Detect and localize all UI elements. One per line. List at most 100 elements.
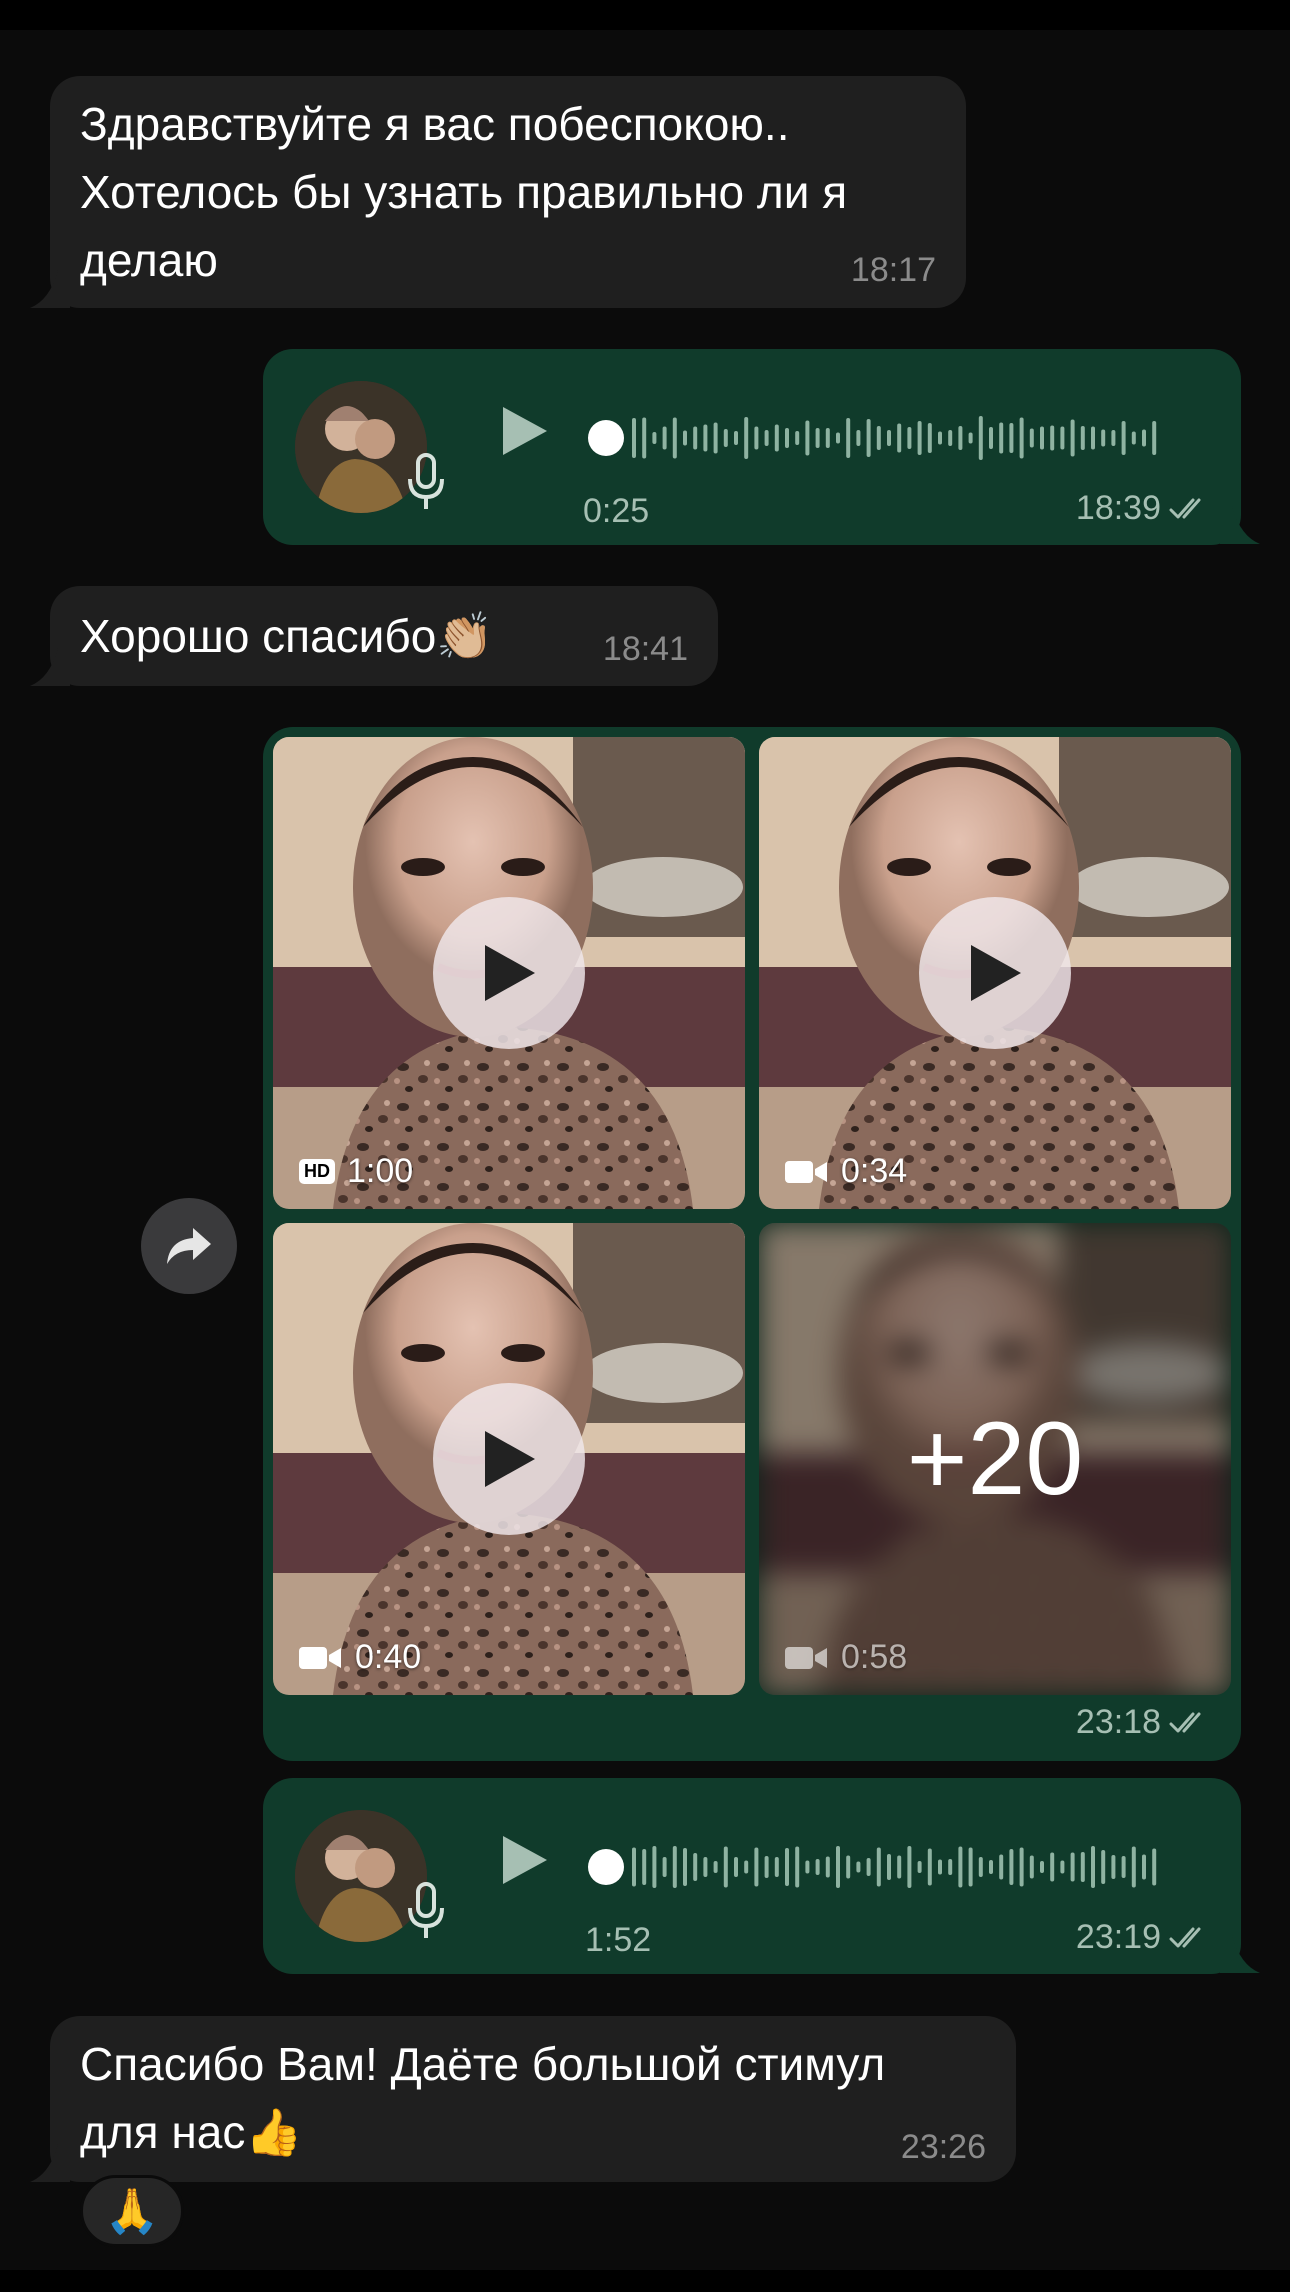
waveform-bar — [907, 427, 912, 449]
video-tile-1[interactable]: HD 1:00 — [273, 737, 745, 1209]
message-text: Хорошо спасибо👏🏼 — [80, 610, 494, 662]
play-video-button[interactable] — [433, 897, 585, 1049]
message-time: 18:41 — [602, 630, 688, 668]
waveform-bar — [1111, 1855, 1116, 1879]
waveform-bar — [1019, 1847, 1024, 1887]
waveform-bar — [764, 430, 769, 446]
waveform-bar — [805, 1860, 810, 1874]
video-tile-3[interactable]: 0:40 — [273, 1223, 745, 1695]
outgoing-voice-message-2[interactable]: 1:52 23:19 — [263, 1778, 1241, 1974]
waveform-bar — [1070, 1852, 1075, 1882]
bubble-tail-outgoing — [1220, 1935, 1260, 1973]
waveform-bar — [795, 431, 800, 445]
waveform-bar — [999, 1854, 1004, 1880]
waveform-bar — [1091, 1846, 1095, 1888]
waveform-bar — [958, 1846, 963, 1888]
waveform-bar — [866, 419, 871, 457]
double-check-icon — [1169, 1925, 1211, 1951]
forward-button[interactable] — [141, 1198, 237, 1294]
message-text: Здравствуйте я вас побеспокою.. Хотелось… — [80, 98, 848, 286]
play-icon — [485, 1431, 535, 1487]
waveform-bar — [968, 1847, 973, 1887]
outgoing-media-album[interactable]: HD 1:00 0:34 0:40 +20 0:58 23:18 — [263, 727, 1241, 1761]
waveform-bar — [795, 1846, 800, 1888]
bubble-tail-incoming — [30, 2144, 70, 2182]
waveform-bar — [927, 1848, 932, 1886]
waveform-bar — [1070, 419, 1075, 457]
waveform-bar — [856, 430, 861, 446]
double-check-icon — [1169, 1710, 1211, 1736]
play-video-button[interactable] — [433, 1383, 585, 1535]
waveform-bar — [825, 1856, 830, 1878]
waveform-bar — [978, 1857, 983, 1877]
video-duration: 1:00 — [347, 1152, 414, 1190]
waveform-bar — [1019, 417, 1024, 459]
waveform-bar — [642, 417, 647, 459]
waveform-bar — [948, 1859, 953, 1875]
waveform-bar — [897, 423, 902, 453]
waveform-bar — [1060, 1860, 1065, 1874]
voice-waveform[interactable] — [588, 410, 1163, 466]
message-time-text: 23:19 — [1075, 1918, 1161, 1956]
message-time: 23:18 — [1076, 1703, 1211, 1742]
waveform-bar — [805, 420, 810, 456]
waveform-bar — [764, 1856, 769, 1878]
play-icon[interactable] — [499, 405, 551, 457]
video-duration-badge: HD 1:00 — [299, 1152, 413, 1191]
message-time-text: 18:39 — [1075, 489, 1161, 527]
waveform-bar — [672, 417, 677, 459]
status-bar-strip — [0, 0, 1290, 30]
reaction-badge[interactable]: 🙏 — [80, 2175, 184, 2247]
waveform-bar — [999, 422, 1004, 454]
waveform-bar — [785, 1848, 789, 1886]
video-tile-2[interactable]: 0:34 — [759, 737, 1231, 1209]
waveform-bar — [754, 426, 759, 450]
video-camera-icon — [785, 1646, 827, 1669]
waveform-bar — [652, 1846, 657, 1888]
waveform-bar — [683, 430, 687, 446]
bubble-tail-incoming — [30, 270, 70, 308]
hd-badge: HD — [299, 1159, 335, 1184]
play-icon — [971, 945, 1021, 1001]
voice-duration: 0:25 — [583, 492, 650, 530]
waveform-bar — [1121, 1856, 1126, 1878]
waveform-bar — [1142, 429, 1146, 447]
voice-waveform[interactable] — [588, 1839, 1163, 1895]
play-video-button[interactable] — [919, 897, 1071, 1049]
waveform-bar — [693, 426, 698, 450]
video-duration-badge: 0:40 — [299, 1638, 421, 1677]
waveform-bar — [1101, 429, 1106, 447]
bubble-tail-incoming — [30, 648, 70, 686]
waveform-bar — [734, 1857, 738, 1877]
waveform-bar — [1131, 1846, 1136, 1888]
waveform-bar — [1142, 1854, 1146, 1880]
waveform-bar — [1009, 1849, 1014, 1885]
play-icon[interactable] — [499, 1834, 551, 1886]
more-count: +20 — [906, 1400, 1084, 1517]
waveform-bar — [907, 1846, 912, 1888]
waveform-bar — [723, 429, 728, 447]
bottom-strip — [0, 2270, 1290, 2292]
video-duration: 0:58 — [841, 1638, 908, 1676]
waveform-bar — [1121, 421, 1126, 455]
waveform-bar — [662, 426, 667, 450]
video-tile-more[interactable]: +20 0:58 — [759, 1223, 1231, 1695]
waveform-bar — [1101, 1850, 1106, 1884]
waveform-bar — [774, 424, 779, 452]
seek-knob[interactable] — [588, 1849, 624, 1885]
waveform-bar — [938, 431, 942, 445]
seek-knob[interactable] — [588, 420, 624, 456]
incoming-message-2[interactable]: Хорошо спасибо👏🏼 18:41 — [50, 586, 718, 686]
waveform-bar — [662, 1857, 667, 1877]
waveform-bar — [836, 432, 840, 444]
waveform-bar — [1029, 1855, 1034, 1879]
incoming-message-3[interactable]: Спасибо Вам! Даёте большой стимул для на… — [50, 2016, 1016, 2182]
outgoing-voice-message-1[interactable]: 0:25 18:39 — [263, 349, 1241, 545]
waveform-bar — [958, 426, 963, 450]
waveform-bar — [887, 1854, 891, 1880]
waveform-bar — [815, 428, 820, 448]
waveform-bar — [887, 430, 891, 446]
waveform-bar — [1080, 1852, 1085, 1882]
incoming-message-1[interactable]: Здравствуйте я вас побеспокою.. Хотелось… — [50, 76, 966, 308]
waveform-bar — [693, 1853, 698, 1881]
